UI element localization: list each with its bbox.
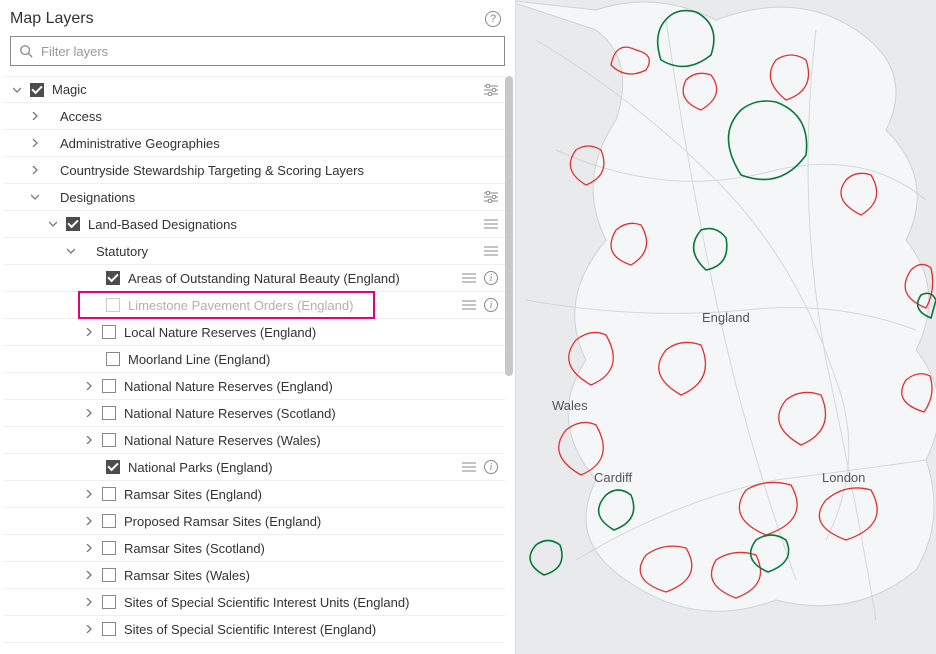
layers-panel: Map Layers ? Magic Access Administrative G… <box>0 0 516 654</box>
chevron-right-icon[interactable] <box>28 166 42 174</box>
layer-label: Ramsar Sites (England) <box>124 487 499 502</box>
layer-checkbox[interactable] <box>102 433 116 447</box>
tree-subgroup[interactable]: Land-Based Designations <box>4 211 505 238</box>
layer-checkbox[interactable] <box>102 568 116 582</box>
menu-icon[interactable] <box>461 300 477 310</box>
layer-label: National Parks (England) <box>128 460 461 475</box>
layer-checkbox[interactable] <box>102 541 116 555</box>
layer-label: National Nature Reserves (Wales) <box>124 433 499 448</box>
chevron-down-icon[interactable] <box>46 220 60 228</box>
layer-checkbox[interactable] <box>102 406 116 420</box>
layer-checkbox[interactable] <box>102 379 116 393</box>
layer-checkbox[interactable] <box>102 514 116 528</box>
chevron-right-icon[interactable] <box>82 625 96 633</box>
group-label: Countryside Stewardship Targeting & Scor… <box>60 163 499 178</box>
root-label: Magic <box>52 82 483 97</box>
layer-checkbox[interactable] <box>106 271 120 285</box>
layer-row[interactable]: National Nature Reserves (England) <box>4 373 505 400</box>
subgroup-label: Statutory <box>96 244 483 259</box>
chevron-right-icon[interactable] <box>28 112 42 120</box>
layer-checkbox[interactable] <box>66 217 80 231</box>
tree-group[interactable]: Countryside Stewardship Targeting & Scor… <box>4 157 505 184</box>
layer-label: National Nature Reserves (Scotland) <box>124 406 499 421</box>
tree-root[interactable]: Magic <box>4 76 505 103</box>
chevron-right-icon[interactable] <box>28 139 42 147</box>
info-icon[interactable]: i <box>483 460 499 474</box>
chevron-right-icon[interactable] <box>82 490 96 498</box>
layer-row[interactable]: Local Nature Reserves (England) <box>4 319 505 346</box>
tree-group[interactable]: Access <box>4 103 505 130</box>
layer-row[interactable]: Limestone Pavement Orders (England) i <box>4 292 505 319</box>
tree-group[interactable]: Designations <box>4 184 505 211</box>
layer-checkbox[interactable] <box>102 595 116 609</box>
map-canvas[interactable]: EnglandWalesCardiffLondon <box>516 0 936 654</box>
layer-row[interactable]: Proposed Ramsar Sites (England) <box>4 508 505 535</box>
panel-header: Map Layers ? <box>0 0 515 36</box>
layer-label: Proposed Ramsar Sites (England) <box>124 514 499 529</box>
sliders-icon[interactable] <box>483 84 499 96</box>
search-row <box>0 36 515 76</box>
layer-tree: Magic Access Administrative Geographies Cou… <box>0 76 515 654</box>
layer-label: Ramsar Sites (Wales) <box>124 568 499 583</box>
chevron-right-icon[interactable] <box>82 409 96 417</box>
chevron-down-icon[interactable] <box>64 247 78 255</box>
info-icon[interactable]: i <box>483 298 499 312</box>
chevron-down-icon[interactable] <box>28 193 42 201</box>
chevron-right-icon[interactable] <box>82 598 96 606</box>
help-icon[interactable]: ? <box>485 11 501 27</box>
menu-icon[interactable] <box>461 462 477 472</box>
chevron-right-icon[interactable] <box>82 544 96 552</box>
search-icon <box>19 44 33 58</box>
layer-checkbox[interactable] <box>106 352 120 366</box>
panel-title: Map Layers <box>10 10 94 28</box>
tree-subgroup[interactable]: Statutory <box>4 238 505 265</box>
menu-icon[interactable] <box>461 273 477 283</box>
layer-checkbox[interactable] <box>102 487 116 501</box>
layer-label: Ramsar Sites (Scotland) <box>124 541 499 556</box>
subgroup-label: Land-Based Designations <box>88 217 483 232</box>
group-label: Access <box>60 109 499 124</box>
menu-icon[interactable] <box>483 219 499 229</box>
layer-label: Limestone Pavement Orders (England) <box>128 298 461 313</box>
layer-checkbox[interactable] <box>30 83 44 97</box>
chevron-right-icon[interactable] <box>82 436 96 444</box>
scrollbar-thumb[interactable] <box>505 76 513 376</box>
map-svg <box>516 0 936 654</box>
layer-row[interactable]: Ramsar Sites (England) <box>4 481 505 508</box>
layer-row[interactable]: National Parks (England) i <box>4 454 505 481</box>
layer-checkbox[interactable] <box>106 460 120 474</box>
layer-checkbox[interactable] <box>102 325 116 339</box>
filter-input[interactable] <box>33 44 496 59</box>
layer-label: Sites of Special Scientific Interest Uni… <box>124 595 499 610</box>
info-icon[interactable]: i <box>483 271 499 285</box>
layer-row[interactable]: Ramsar Sites (Wales) <box>4 562 505 589</box>
layer-row[interactable]: Ramsar Sites (Scotland) <box>4 535 505 562</box>
layer-label: Moorland Line (England) <box>128 352 499 367</box>
layer-label: Sites of Special Scientific Interest (En… <box>124 622 499 637</box>
chevron-right-icon[interactable] <box>82 571 96 579</box>
chevron-down-icon[interactable] <box>10 86 24 94</box>
layer-row[interactable]: Sites of Special Scientific Interest (En… <box>4 616 505 643</box>
layer-row[interactable]: Areas of Outstanding Natural Beauty (Eng… <box>4 265 505 292</box>
chevron-right-icon[interactable] <box>82 517 96 525</box>
chevron-right-icon[interactable] <box>82 382 96 390</box>
layer-checkbox[interactable] <box>106 298 120 312</box>
layer-label: Areas of Outstanding Natural Beauty (Eng… <box>128 271 461 286</box>
layer-row[interactable]: Moorland Line (England) <box>4 346 505 373</box>
group-label: Administrative Geographies <box>60 136 499 151</box>
layer-row[interactable]: National Nature Reserves (Wales) <box>4 427 505 454</box>
tree-group[interactable]: Administrative Geographies <box>4 130 505 157</box>
layer-row[interactable]: National Nature Reserves (Scotland) <box>4 400 505 427</box>
group-label: Designations <box>60 190 483 205</box>
chevron-right-icon[interactable] <box>82 328 96 336</box>
scrollbar[interactable] <box>505 76 513 650</box>
layer-label: National Nature Reserves (England) <box>124 379 499 394</box>
search-box[interactable] <box>10 36 505 66</box>
layer-checkbox[interactable] <box>102 622 116 636</box>
layer-label: Local Nature Reserves (England) <box>124 325 499 340</box>
sliders-icon[interactable] <box>483 191 499 203</box>
menu-icon[interactable] <box>483 246 499 256</box>
layer-row[interactable]: Sites of Special Scientific Interest Uni… <box>4 589 505 616</box>
